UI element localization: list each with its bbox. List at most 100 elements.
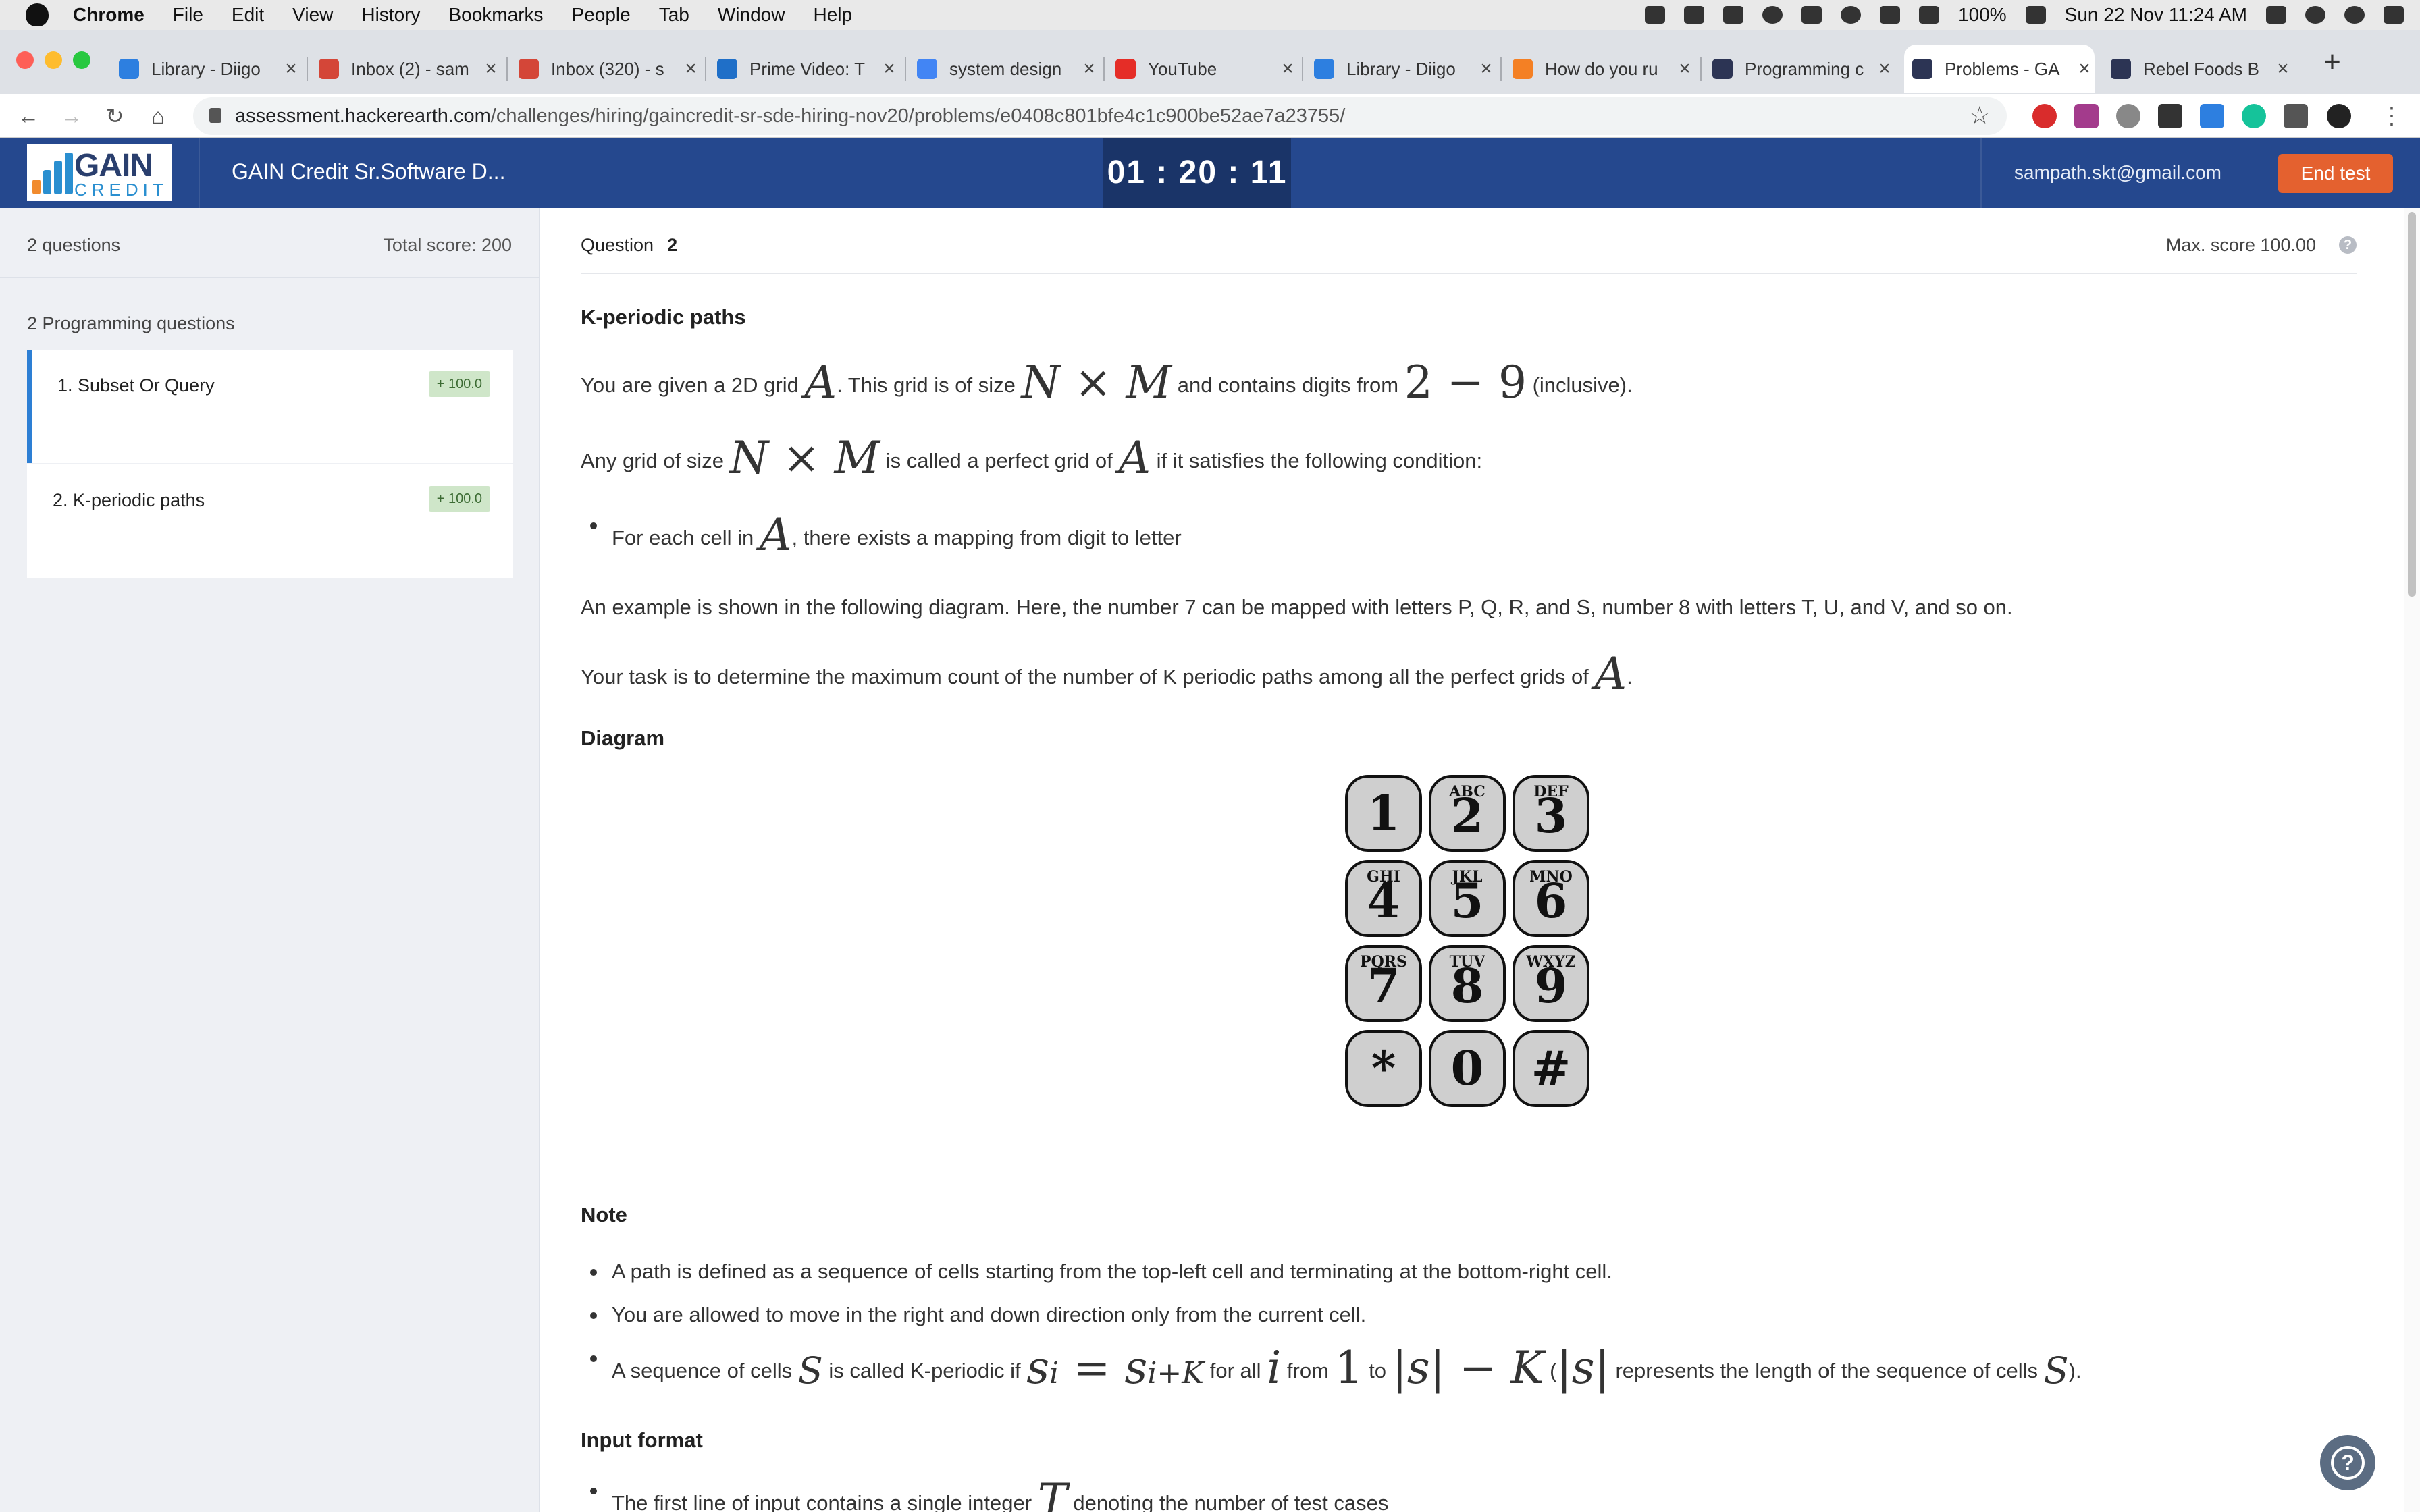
- menu-bookmarks[interactable]: Bookmarks: [448, 4, 543, 26]
- window-close-icon[interactable]: [16, 51, 34, 69]
- prime-video-icon: [717, 59, 737, 79]
- page-scrollbar[interactable]: [2404, 208, 2420, 1512]
- tab-title: YouTube: [1148, 58, 1217, 79]
- status-app-icon[interactable]: [1645, 6, 1666, 24]
- menu-file[interactable]: File: [173, 4, 203, 26]
- browser-tab[interactable]: Rebel Foods B ×: [2103, 45, 2293, 93]
- key-digit: 9: [1534, 958, 1568, 1014]
- question-card-1[interactable]: 1. Subset Or Query + 100.0: [27, 350, 513, 463]
- end-test-button[interactable]: End test: [2278, 154, 2393, 193]
- wifi-icon[interactable]: [1880, 6, 1901, 24]
- pin-extension-icon[interactable]: [2074, 104, 2099, 128]
- lock-icon[interactable]: [209, 108, 221, 123]
- dropbox-icon[interactable]: [1723, 6, 1744, 24]
- tab-close-icon[interactable]: ×: [2074, 57, 2095, 80]
- tab-close-icon[interactable]: ×: [681, 57, 701, 80]
- forward-icon[interactable]: →: [57, 101, 86, 131]
- browser-tab[interactable]: Prime Video: T ×: [709, 45, 899, 93]
- menu-chrome[interactable]: Chrome: [73, 4, 144, 26]
- tab-close-icon[interactable]: ×: [1476, 57, 1496, 80]
- bluetooth-icon[interactable]: [1841, 6, 1862, 24]
- browser-tab[interactable]: Inbox (320) - s ×: [510, 45, 701, 93]
- new-tab-icon[interactable]: +: [2317, 47, 2347, 77]
- menu-window[interactable]: Window: [718, 4, 785, 26]
- tab-close-icon[interactable]: ×: [481, 57, 501, 80]
- question-number: Question 2: [581, 235, 678, 255]
- apple-icon[interactable]: [26, 3, 49, 26]
- browser-tab[interactable]: Library - Diigo ×: [1306, 45, 1496, 93]
- statement-paragraph-4: Your task is to determine the maximum co…: [581, 648, 1633, 700]
- window-icon[interactable]: [1801, 6, 1822, 24]
- keypad-key: WXYZ 9: [1512, 945, 1589, 1022]
- tab-close-icon[interactable]: ×: [1278, 57, 1298, 80]
- help-icon[interactable]: ?: [2339, 236, 2357, 254]
- bookmark-star-icon[interactable]: ☆: [1969, 101, 1991, 130]
- siri-icon[interactable]: [2344, 6, 2365, 24]
- window-zoom-icon[interactable]: [73, 51, 90, 69]
- question-card-2[interactable]: 2. K-periodic paths + 100.0: [27, 464, 513, 578]
- tab-close-icon[interactable]: ×: [2273, 57, 2293, 80]
- statement-paragraph-3: An example is shown in the following dia…: [581, 595, 2013, 619]
- menu-edit[interactable]: Edit: [232, 4, 264, 26]
- help-chat-button[interactable]: ?: [2320, 1435, 2375, 1490]
- scrollbar-thumb[interactable]: [2408, 212, 2416, 597]
- chrome-menu-icon[interactable]: ⋮: [2377, 101, 2406, 131]
- tab-title: Prime Video: T: [749, 58, 866, 79]
- clock-icon[interactable]: [1762, 6, 1783, 24]
- google-icon: [917, 59, 937, 79]
- menu-tab[interactable]: Tab: [659, 4, 689, 26]
- key-digit: 1: [1367, 785, 1400, 841]
- user-email[interactable]: sampath.skt@gmail.com: [2014, 162, 2221, 184]
- profile-avatar[interactable]: [2327, 104, 2351, 128]
- browser-tab[interactable]: Library - Diigo ×: [111, 45, 301, 93]
- spotlight-icon[interactable]: [2305, 6, 2325, 24]
- battery-icon[interactable]: [2025, 6, 2046, 24]
- note-bullet-2: You are allowed to move in the right and…: [589, 1303, 1367, 1326]
- reload-icon[interactable]: ↻: [100, 101, 130, 131]
- browser-tab[interactable]: YouTube ×: [1107, 45, 1298, 93]
- menubar-datetime[interactable]: Sun 22 Nov 11:24 AM: [2065, 4, 2247, 26]
- control-center-icon[interactable]: [2384, 6, 2404, 24]
- back-icon[interactable]: ←: [14, 101, 43, 131]
- diigo-icon: [1314, 59, 1334, 79]
- tab-close-icon[interactable]: ×: [281, 57, 301, 80]
- browser-tab[interactable]: How do you ru ×: [1504, 45, 1695, 93]
- window-minimize-icon[interactable]: [45, 51, 62, 69]
- key-digit: 8: [1450, 958, 1484, 1014]
- tab-close-icon[interactable]: ×: [1874, 57, 1895, 80]
- menu-help[interactable]: Help: [813, 4, 852, 26]
- volume-icon[interactable]: [1919, 6, 1940, 24]
- menu-people[interactable]: People: [572, 4, 631, 26]
- extensions-puzzle-icon[interactable]: [2284, 104, 2308, 128]
- home-icon[interactable]: ⌂: [143, 101, 173, 131]
- keypad-key: *: [1345, 1030, 1422, 1107]
- question-card-label: 2. K-periodic paths: [53, 490, 205, 510]
- input-source-icon[interactable]: [2266, 6, 2286, 24]
- tab-close-icon[interactable]: ×: [1079, 57, 1099, 80]
- logo-bars: [32, 151, 77, 194]
- youtube-icon: [1115, 59, 1136, 79]
- url-field[interactable]: assessment.hackerearth.com/challenges/hi…: [193, 97, 2007, 135]
- tab-title: Rebel Foods B: [2143, 58, 2259, 79]
- diagram-heading: Diagram: [581, 726, 665, 750]
- key-digit: 4: [1367, 873, 1400, 929]
- keypad-key: ABC 2: [1429, 775, 1506, 852]
- tab-title: Inbox (320) - s: [551, 58, 664, 79]
- gain-credit-logo[interactable]: GAIN CREDIT: [27, 144, 172, 201]
- diigo-extension-icon[interactable]: [2200, 104, 2224, 128]
- tab-title: How do you ru: [1545, 58, 1658, 79]
- dots-extension-icon[interactable]: [2158, 104, 2182, 128]
- menu-view[interactable]: View: [292, 4, 333, 26]
- browser-tab[interactable]: Programming c ×: [1704, 45, 1895, 93]
- opera-extension-icon[interactable]: [2032, 104, 2057, 128]
- browser-tab[interactable]: Inbox (2) - sam ×: [311, 45, 501, 93]
- tab-title: system design: [949, 58, 1062, 79]
- privacy-extension-icon[interactable]: [2116, 104, 2140, 128]
- browser-tab[interactable]: system design ×: [909, 45, 1099, 93]
- grammarly-extension-icon[interactable]: [2242, 104, 2266, 128]
- docker-icon[interactable]: [1684, 6, 1705, 24]
- menu-history[interactable]: History: [361, 4, 420, 26]
- tab-close-icon[interactable]: ×: [879, 57, 899, 80]
- tab-close-icon[interactable]: ×: [1675, 57, 1695, 80]
- browser-tab[interactable]: Problems - GA ×: [1904, 45, 2095, 93]
